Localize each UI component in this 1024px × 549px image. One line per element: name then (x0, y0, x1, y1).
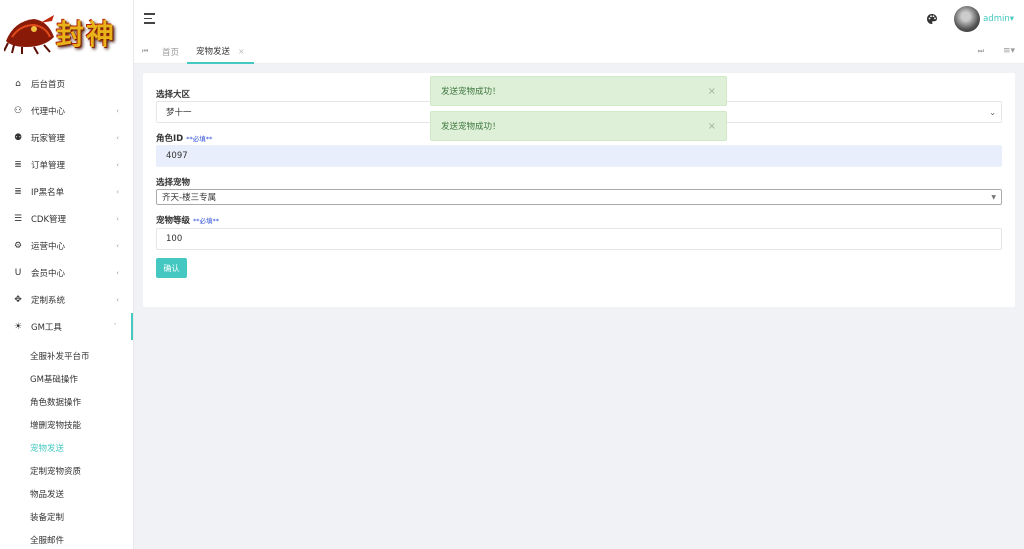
chevron-left-icon: ‹ (116, 187, 119, 196)
pet-select-value: 齐天-楼三专属 (162, 193, 217, 203)
top-header: admin▾ (134, 0, 1024, 40)
pet-label: 选择宠物 (156, 178, 191, 188)
region-select-value: 梦十一 (166, 108, 192, 118)
submenu-item-server-currency[interactable]: 全服补发平台币 (0, 344, 133, 367)
gamepad-icon: ✥ (14, 294, 22, 305)
sidebar-item-label: 会员中心 (31, 268, 66, 279)
logo[interactable]: 封神 (0, 0, 133, 62)
role-id-label-text: 角色ID (156, 134, 184, 144)
lightbulb-icon: ☀ (13, 321, 23, 332)
sidebar-item-cdk-management[interactable]: ☰ CDK管理 ‹ (0, 205, 133, 232)
chevron-left-icon: ‹ (116, 106, 119, 115)
chevron-down-icon: ⌄ (989, 107, 996, 117)
role-id-input[interactable]: 4097 (156, 145, 1002, 167)
submenu-item-role-data[interactable]: 角色数据操作 (0, 390, 133, 413)
tab-scroll-left-icon[interactable]: ⏮ (142, 47, 148, 56)
sidebar-item-label: CDK管理 (31, 214, 67, 225)
sidebar-item-label: IP黑名单 (31, 187, 65, 198)
palette-icon[interactable] (926, 13, 938, 25)
users-icon: ⚇ (13, 105, 23, 116)
sidebar-item-player-management[interactable]: ⚉ 玩家管理 ‹ (0, 124, 133, 151)
sidebar-item-label: 定制系统 (31, 295, 66, 306)
submenu-item-gm-basic[interactable]: GM基础操作 (0, 367, 133, 390)
pet-select[interactable]: 齐天-楼三专属 ▼ (156, 189, 1002, 205)
gm-tools-submenu: 全服补发平台币 GM基础操作 角色数据操作 增删宠物技能 宠物发送 定制宠物资质… (0, 340, 133, 549)
database-icon: ≣ (14, 159, 22, 170)
required-hint: **必填** (186, 135, 213, 143)
chevron-left-icon: ‹ (116, 214, 119, 223)
submenu-item-pet-send[interactable]: 宠物发送 (0, 436, 133, 459)
sidebar-item-label: 玩家管理 (31, 133, 66, 144)
region-label: 选择大区 (156, 90, 191, 100)
tab-home[interactable]: 首页 (162, 40, 179, 64)
role-id-value: 4097 (166, 151, 188, 161)
sidebar-item-label: 后台首页 (31, 79, 66, 90)
sidebar-item-label: GM工具 (31, 322, 62, 333)
pet-level-input[interactable]: 100 (156, 228, 1002, 250)
close-icon[interactable]: × (238, 47, 245, 56)
submenu-item-item-send[interactable]: 物品发送 (0, 482, 133, 505)
sidebar-item-home[interactable]: ⌂ 后台首页 (0, 70, 133, 97)
magnet-icon: U (14, 267, 22, 278)
database-icon: ≣ (14, 186, 22, 197)
pet-level-label: 宠物等级 **必填** (156, 214, 219, 226)
submenu-item-equipment-custom[interactable]: 装备定制 (0, 505, 133, 528)
chevron-left-icon: ‹ (116, 268, 119, 277)
logo-text: 封神 (56, 18, 117, 51)
chevron-left-icon: ‹ (116, 295, 119, 304)
success-toast: 发送宠物成功！ × (430, 111, 727, 141)
pet-level-label-text: 宠物等级 (156, 216, 191, 226)
chevron-left-icon: ‹ (116, 241, 119, 250)
sidebar-item-custom-system[interactable]: ✥ 定制系统 ‹ (0, 286, 133, 313)
sidebar-item-label: 运营中心 (31, 241, 66, 252)
sidebar-item-label: 代理中心 (31, 106, 66, 117)
tab-options-icon[interactable]: ≡▾ (1003, 46, 1015, 56)
pet-level-value: 100 (166, 234, 183, 244)
tab-scroll-right-icon[interactable]: ⏭ (978, 47, 984, 56)
list-icon: ☰ (13, 213, 23, 224)
user-menu[interactable]: admin▾ (983, 14, 1014, 24)
menu-toggle-icon[interactable] (144, 13, 155, 27)
sidebar-item-agent-center[interactable]: ⚇ 代理中心 ‹ (0, 97, 133, 124)
sidebar-item-ip-blacklist[interactable]: ≣ IP黑名单 ‹ (0, 178, 133, 205)
sidebar-item-member-center[interactable]: U 会员中心 ‹ (0, 259, 133, 286)
sidebar-item-operations-center[interactable]: ⚙ 运营中心 ‹ (0, 232, 133, 259)
role-id-label: 角色ID **必填** (156, 132, 212, 144)
pet-send-form: 选择大区 梦十一 ⌄ 角色ID **必填** 4097 选择宠物 齐天-楼三专属 … (143, 73, 1015, 307)
success-toast: 发送宠物成功！ × (430, 76, 727, 106)
tab-label: 宠物发送 (196, 47, 231, 57)
confirm-button[interactable]: 确认 (156, 258, 187, 278)
toast-message: 发送宠物成功！ (441, 87, 501, 97)
sidebar-menu: ⌂ 后台首页 ⚇ 代理中心 ‹ ⚉ 玩家管理 ‹ ≣ 订单管理 ‹ ≣ IP黑名… (0, 70, 133, 549)
sidebar-item-gm-tools[interactable]: ☀ GM工具 ˇ (0, 313, 133, 340)
tab-bar: ⏮ 首页 宠物发送 × ⏭ ≡▾ (134, 40, 1024, 64)
submenu-item-pet-aptitude[interactable]: 定制宠物资质 (0, 459, 133, 482)
close-icon[interactable]: × (708, 86, 716, 97)
chevron-left-icon: ‹ (116, 133, 119, 142)
group-icon: ⚉ (13, 132, 23, 143)
submenu-item-pet-skills[interactable]: 增删宠物技能 (0, 413, 133, 436)
chevron-left-icon: ‹ (116, 160, 119, 169)
sidebar-item-order-management[interactable]: ≣ 订单管理 ‹ (0, 151, 133, 178)
close-icon[interactable]: × (708, 121, 716, 132)
sidebar: 封神 ⌂ 后台首页 ⚇ 代理中心 ‹ ⚉ 玩家管理 ‹ ≣ 订单管理 ‹ ≣ I… (0, 0, 134, 549)
caret-down-icon: ▼ (991, 193, 996, 201)
avatar[interactable] (954, 6, 980, 32)
tab-pet-send[interactable]: 宠物发送 × (187, 40, 254, 64)
home-icon: ⌂ (15, 78, 21, 89)
logo-art: 封神 (3, 7, 132, 55)
toast-message: 发送宠物成功！ (441, 122, 501, 132)
chevron-down-icon: ˇ (113, 322, 118, 331)
gear-icon: ⚙ (13, 240, 23, 251)
submenu-item-server-mail[interactable]: 全服邮件 (0, 528, 133, 549)
sidebar-item-label: 订单管理 (31, 160, 66, 171)
required-hint: **必填** (193, 217, 220, 225)
